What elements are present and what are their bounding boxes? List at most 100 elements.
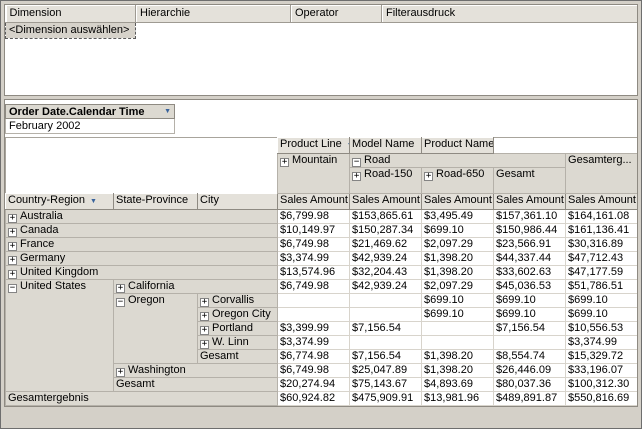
data-cell: $80,037.36 [494, 378, 566, 392]
data-cell: $3,374.99 [566, 336, 638, 350]
expand-icon[interactable]: + [200, 312, 209, 321]
data-cell: $6,749.98 [278, 364, 350, 378]
pivot-corner-blank [6, 138, 278, 194]
expand-icon[interactable]: + [8, 256, 17, 265]
data-cell [278, 308, 350, 322]
data-cell: $8,554.74 [494, 350, 566, 364]
row-total-united-states: Gesamt [114, 378, 278, 392]
data-cell: $4,893.69 [422, 378, 494, 392]
data-cell: $1,398.20 [422, 266, 494, 280]
member-label: Canada [20, 224, 59, 236]
collapse-icon[interactable]: − [116, 298, 125, 307]
data-cell: $60,924.82 [278, 392, 350, 406]
data-cell: $150,287.34 [350, 224, 422, 238]
dropdown-icon[interactable]: ▼ [164, 108, 171, 115]
data-cell: $33,602.63 [494, 266, 566, 280]
member-label: W. Linn [212, 336, 249, 348]
data-cell: $1,398.20 [422, 252, 494, 266]
column-field-product-line[interactable]: Product Line▼ [278, 138, 350, 154]
member-label: Oregon City [212, 308, 271, 320]
data-cell: $26,446.09 [494, 364, 566, 378]
data-cell: $6,749.98 [278, 238, 350, 252]
expand-icon[interactable]: + [8, 228, 17, 237]
row-member-corvallis[interactable]: +Corvallis [198, 294, 278, 308]
data-cell: $30,316.89 [566, 238, 638, 252]
cube-browser-window: Dimension Hierarchie Operator Filterausd… [0, 0, 642, 429]
slicer-selected-member: February 2002 [5, 119, 175, 134]
row-field-state-province[interactable]: State-Province [114, 194, 198, 210]
row-member-germany[interactable]: +Germany [6, 252, 278, 266]
data-cell: $42,939.24 [350, 280, 422, 294]
member-label: Road-650 [436, 168, 484, 180]
data-cell: $6,749.98 [278, 280, 350, 294]
data-cell: $51,786.51 [566, 280, 638, 294]
data-cell: $699.10 [494, 308, 566, 322]
column-field-model-name[interactable]: Model Name [350, 138, 422, 154]
data-cell: $7,156.54 [494, 322, 566, 336]
member-label: France [20, 238, 54, 250]
data-cell: $32,204.43 [350, 266, 422, 280]
measure-header-sales-amount[interactable]: Sales Amount [566, 194, 638, 210]
row-field-city[interactable]: City [198, 194, 278, 210]
filter-column-header-filterausdruck[interactable]: Filterausdruck [382, 5, 638, 22]
expand-icon[interactable]: + [424, 172, 433, 181]
row-member-portland[interactable]: +Portland [198, 322, 278, 336]
measure-header-sales-amount[interactable]: Sales Amount [494, 194, 566, 210]
row-member-united-kingdom[interactable]: +United Kingdom [6, 266, 278, 280]
field-label: Model Name [352, 138, 414, 150]
data-cell: $699.10 [566, 294, 638, 308]
data-cell: $42,939.24 [350, 252, 422, 266]
filter-column-header-hierarchie[interactable]: Hierarchie [136, 5, 291, 22]
expand-icon[interactable]: + [200, 326, 209, 335]
row-member-california[interactable]: +California [114, 280, 278, 294]
column-member-road-150[interactable]: +Road-150 [350, 168, 422, 194]
column-member-road-650[interactable]: +Road-650 [422, 168, 494, 194]
data-cell: $164,161.08 [566, 210, 638, 224]
expand-icon[interactable]: + [116, 284, 125, 293]
expand-icon[interactable]: + [116, 368, 125, 377]
dropdown-icon[interactable]: ▼ [90, 198, 97, 205]
expand-icon[interactable]: + [200, 298, 209, 307]
expand-icon[interactable]: + [280, 158, 289, 167]
data-cell: $100,312.30 [566, 378, 638, 392]
data-cell: $25,047.89 [350, 364, 422, 378]
data-cell: $21,469.62 [350, 238, 422, 252]
measure-header-sales-amount[interactable]: Sales Amount [350, 194, 422, 210]
data-cell: $7,156.54 [350, 322, 422, 336]
member-label: Mountain [292, 154, 337, 166]
row-member-france[interactable]: +France [6, 238, 278, 252]
column-member-mountain[interactable]: +Mountain [278, 154, 350, 194]
data-cell: $550,816.69 [566, 392, 638, 406]
expand-icon[interactable]: + [8, 242, 17, 251]
data-cell: $699.10 [422, 308, 494, 322]
expand-icon[interactable]: + [8, 270, 17, 279]
member-label: Germany [20, 252, 65, 264]
measure-header-sales-amount[interactable]: Sales Amount [422, 194, 494, 210]
row-member-australia[interactable]: +Australia [6, 210, 278, 224]
collapse-icon[interactable]: − [352, 158, 361, 167]
data-cell: $47,177.59 [566, 266, 638, 280]
measure-header-sales-amount[interactable]: Sales Amount [278, 194, 350, 210]
expand-icon[interactable]: + [352, 172, 361, 181]
expand-icon[interactable]: + [8, 214, 17, 223]
row-member-oregon-city[interactable]: +Oregon City [198, 308, 278, 322]
select-dimension-cell[interactable]: <Dimension auswählen> [6, 22, 136, 38]
column-member-road[interactable]: −Road [350, 154, 566, 168]
filter-column-header-dimension[interactable]: Dimension [6, 5, 136, 22]
row-field-country-region[interactable]: Country-Region▼ [6, 194, 114, 210]
expand-icon[interactable]: + [200, 340, 209, 349]
data-cell: $150,986.44 [494, 224, 566, 238]
row-member-washington[interactable]: +Washington [114, 364, 278, 378]
column-field-product-name[interactable]: Product Name [422, 138, 494, 154]
filter-row-empty [136, 22, 638, 38]
row-member-united-states[interactable]: −United States [6, 280, 114, 392]
data-cell: $20,274.94 [278, 378, 350, 392]
slicer-order-date-field[interactable]: Order Date.Calendar Time ▼ [5, 104, 175, 119]
filter-column-header-operator[interactable]: Operator [291, 5, 382, 22]
collapse-icon[interactable]: − [8, 284, 17, 293]
field-label: City [200, 194, 219, 206]
member-label: Gesamt [496, 168, 535, 180]
row-member-canada[interactable]: +Canada [6, 224, 278, 238]
row-member-w-linn[interactable]: +W. Linn [198, 336, 278, 350]
row-member-oregon[interactable]: −Oregon [114, 294, 198, 364]
